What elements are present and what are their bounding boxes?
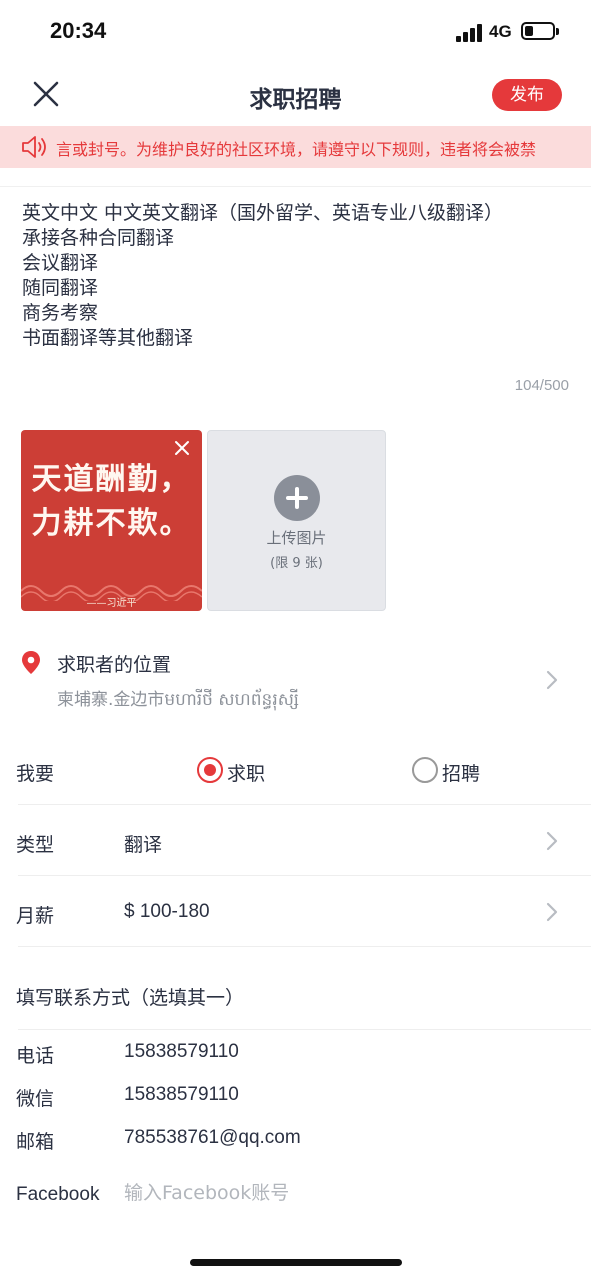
facebook-input[interactable] (124, 1182, 544, 1204)
notice-text: 言或封号。为维护良好的社区环境，请遵守以下规则，违者将会被禁 (56, 140, 537, 159)
image-signature: ——习近平 (86, 598, 137, 609)
phone-label: 电话 (16, 1045, 55, 1067)
wechat-field[interactable]: 15838579110 (124, 1084, 239, 1106)
divider (18, 804, 591, 805)
intent-row: 我要 求职 招聘 (0, 735, 591, 805)
uploaded-image[interactable]: 天道酬勤， 力耕不欺。 ——习近平 (21, 430, 202, 611)
radio-button[interactable] (412, 757, 438, 783)
divider (18, 946, 591, 947)
chevron-right-icon (546, 670, 558, 690)
notice-banner: 言或封号。为维护良好的社区环境，请遵守以下规则，违者将会被禁 (0, 126, 591, 168)
intent-label: 我要 (16, 763, 55, 785)
radio-label-job-seeking: 求职 (227, 763, 266, 785)
upload-limit: (限 9 张) (270, 556, 323, 571)
radio-recruiting[interactable]: 招聘 (412, 755, 502, 785)
email-label: 邮箱 (16, 1131, 55, 1153)
radio-job-seeking[interactable]: 求职 (197, 755, 287, 785)
status-time: 20:34 (50, 18, 107, 43)
chevron-right-icon (546, 902, 558, 922)
battery-tip (556, 28, 559, 35)
plus-icon (274, 475, 320, 521)
radio-button[interactable] (197, 757, 223, 783)
chevron-right-icon (546, 831, 558, 851)
email-field[interactable]: 785538761@qq.com (124, 1127, 301, 1149)
speaker-icon (22, 136, 46, 158)
publish-button[interactable]: 发布 (492, 79, 562, 111)
character-counter: 104/500 (514, 377, 569, 394)
upload-label: 上传图片 (266, 529, 327, 547)
nav-bar: 求职招聘 发布 (0, 62, 591, 126)
radio-label-recruiting: 招聘 (442, 763, 481, 785)
upload-image-button[interactable]: 上传图片 (限 9 张) (207, 430, 386, 611)
location-title: 求职者的位置 (57, 654, 172, 676)
status-bar: 20:34 4G (0, 0, 591, 62)
home-indicator (190, 1259, 402, 1266)
battery-icon (521, 22, 555, 40)
divider (18, 875, 591, 876)
location-value: 柬埔寨.金边市មហារីថី សហព័ន្ធរុស្សី (57, 690, 299, 710)
remove-image-icon[interactable] (172, 438, 192, 458)
network-type: 4G (489, 22, 512, 41)
salary-label: 月薪 (16, 905, 55, 927)
wechat-label: 微信 (16, 1088, 55, 1110)
salary-value: $ 100-180 (124, 901, 210, 922)
description-area[interactable]: 英文中文 中文英文翻译（国外留学、英语专业八级翻译） 承接各种合同翻译 会议翻译… (0, 186, 591, 412)
contact-section-title: 填写联系方式（选填其一） (16, 987, 245, 1009)
image-text-line-2: 力耕不欺。 (31, 506, 192, 541)
description-text[interactable]: 英文中文 中文英文翻译（国外留学、英语专业八级翻译） 承接各种合同翻译 会议翻译… (22, 201, 572, 351)
image-text-line-1: 天道酬勤， (31, 462, 192, 497)
facebook-label: Facebook (16, 1184, 100, 1205)
salary-row[interactable]: 月薪 $ 100-180 (0, 877, 591, 947)
phone-field[interactable]: 15838579110 (124, 1041, 239, 1063)
cellular-signal-icon (456, 24, 484, 42)
location-pin-icon (22, 651, 40, 674)
category-label: 类型 (16, 834, 55, 856)
location-selector[interactable]: 求职者的位置 柬埔寨.金边市មហារីថី សហព័ន្ធរុស្សី (0, 632, 591, 724)
divider (18, 1029, 591, 1030)
category-row[interactable]: 类型 翻译 (0, 806, 591, 876)
category-value: 翻译 (124, 834, 163, 856)
